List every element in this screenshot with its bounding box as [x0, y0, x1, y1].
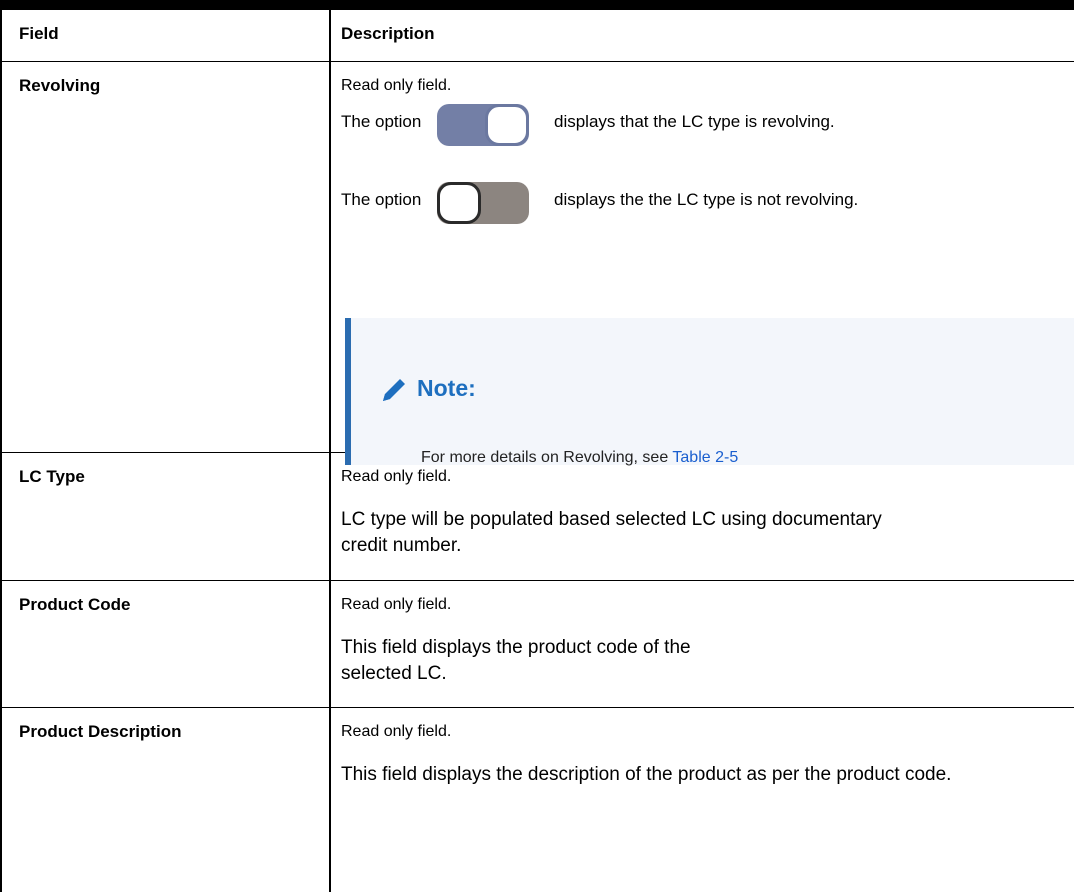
- header-field: Field: [0, 10, 331, 61]
- toggle-off-text: displays the the LC type is not revolvin…: [554, 190, 859, 209]
- description-text: Read only field.: [341, 723, 452, 740]
- description-text: Read only field.: [341, 468, 452, 485]
- table-row: Product Description Read only field. Thi…: [0, 708, 1074, 892]
- field-description: Read only field. This field displays the…: [331, 581, 1074, 707]
- field-name: LC Type: [0, 453, 331, 580]
- field-name: Revolving: [0, 62, 331, 452]
- toggle-off-line: The option displays the the LC type is n…: [341, 170, 858, 230]
- toggle-on-line: The option displays that the LC type is …: [341, 92, 835, 152]
- toggle-off-icon: [424, 170, 540, 230]
- table-row: LC Type Read only field. LC type will be…: [0, 453, 1074, 581]
- toggle-off-lead: The option: [341, 190, 422, 209]
- description-text: LC type will be populated based selected…: [341, 509, 882, 556]
- field-description: Read only field. This field displays the…: [331, 708, 1074, 892]
- field-name: Product Description: [0, 708, 331, 892]
- description-text: This field displays the product code of …: [341, 637, 691, 684]
- pencil-icon: [383, 379, 405, 401]
- header-description: Description: [341, 24, 435, 43]
- table-row: Revolving Read only field. The option di…: [0, 62, 1074, 466]
- description-text: This field displays the description of t…: [341, 764, 952, 785]
- note-callout: Note: For more details on Revolving, see…: [345, 318, 1074, 466]
- field-description: Read only field. LC type will be populat…: [331, 453, 1074, 580]
- field-description-table: Field Description Revolving Read only fi…: [0, 0, 1074, 892]
- toggle-on-icon: [424, 92, 540, 152]
- toggle-on-lead: The option: [341, 112, 422, 131]
- field-name: Product Code: [0, 581, 331, 707]
- field-description: Read only field. The option displays tha…: [331, 62, 1074, 466]
- table-header-row: Field Description: [0, 10, 1074, 62]
- toggle-on-text: displays that the LC type is revolving.: [554, 112, 835, 131]
- note-title: Note:: [417, 375, 476, 401]
- description-text: Read only field.: [341, 596, 452, 613]
- table-row: Product Code Read only field. This field…: [0, 581, 1074, 708]
